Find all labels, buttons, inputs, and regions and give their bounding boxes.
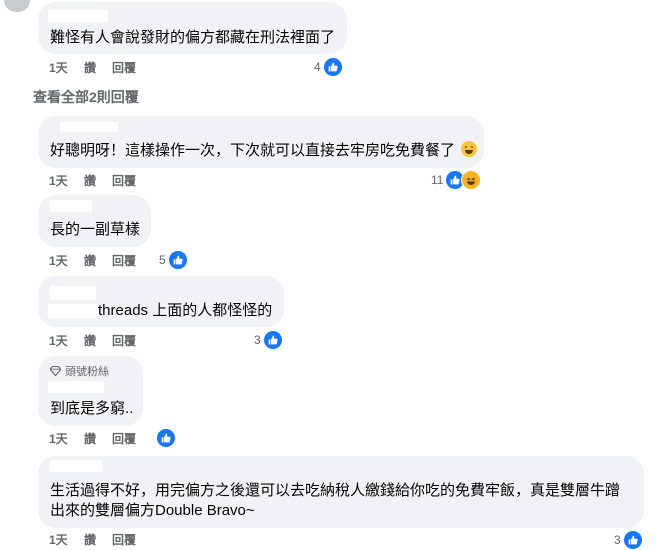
comment-text: threads 上面的人都怪怪的 [98, 302, 273, 319]
comment-text: 好聰明呀！這樣操作一次，下次就可以直接去牢房吃免費餐了 [50, 141, 478, 161]
diamond-icon [50, 366, 61, 376]
timestamp[interactable]: 1天 [49, 254, 68, 268]
author-name-redacted[interactable] [48, 304, 98, 318]
author-name-redacted[interactable] [48, 381, 104, 393]
haha-icon [461, 170, 482, 190]
top-fan-badge: 頭號粉絲 [50, 363, 109, 379]
reaction-count: 11 [431, 173, 444, 187]
reaction-count: 4 [314, 60, 321, 74]
reply-button[interactable]: 回覆 [112, 61, 136, 75]
like-icon [167, 250, 188, 270]
reaction-summary[interactable] [156, 428, 176, 448]
reaction-summary[interactable]: 11 [431, 170, 482, 190]
reaction-summary[interactable]: 4 [314, 57, 343, 77]
author-name-redacted[interactable] [60, 122, 118, 132]
like-icon [622, 530, 643, 550]
author-name-redacted[interactable] [50, 286, 96, 300]
reaction-count: 3 [614, 533, 621, 547]
like-button[interactable]: 讚 [84, 334, 96, 348]
reply-button[interactable]: 回覆 [112, 533, 136, 547]
timestamp[interactable]: 1天 [49, 61, 68, 75]
reaction-count: 3 [254, 333, 261, 347]
reply-button[interactable]: 回覆 [112, 174, 136, 188]
timestamp[interactable]: 1天 [49, 533, 68, 547]
author-name-redacted[interactable] [50, 200, 92, 212]
timestamp[interactable]: 1天 [49, 174, 68, 188]
like-icon [156, 428, 176, 448]
comment-text: 難怪有人會說發財的偏方都藏在刑法裡面了 [50, 29, 336, 46]
reaction-summary[interactable]: 5 [159, 250, 188, 270]
reply-button[interactable]: 回覆 [112, 432, 136, 446]
like-button[interactable]: 讚 [84, 254, 96, 268]
like-button[interactable]: 讚 [84, 432, 96, 446]
reply-button[interactable]: 回覆 [112, 334, 136, 348]
comment-text: 到底是多窮.. [50, 400, 134, 417]
reaction-summary[interactable]: 3 [614, 530, 643, 550]
reaction-summary[interactable]: 3 [254, 330, 283, 350]
timestamp[interactable]: 1天 [49, 432, 68, 446]
reaction-count: 5 [159, 253, 166, 267]
like-icon [322, 57, 343, 77]
comment-text-content: 好聰明呀！這樣操作一次，下次就可以直接去牢房吃免費餐了 [50, 142, 456, 159]
laughing-emoji-icon [461, 141, 478, 157]
avatar[interactable] [4, 0, 30, 12]
like-icon [262, 330, 283, 350]
like-button[interactable]: 讚 [84, 174, 96, 188]
reply-button[interactable]: 回覆 [112, 254, 136, 268]
badge-label: 頭號粉絲 [65, 366, 109, 378]
timestamp[interactable]: 1天 [49, 334, 68, 348]
author-name-redacted[interactable] [48, 10, 108, 22]
comment-text: 長的一副草樣 [50, 221, 141, 238]
like-button[interactable]: 讚 [84, 61, 96, 75]
comment-text-line: 生活過得不好，用完偏方之後還可以去吃納稅人繳錢給你吃的免費牢飯，真是雙層牛蹭 [50, 482, 621, 499]
view-all-replies-link[interactable]: 查看全部2則回覆 [33, 87, 139, 107]
comment-text-line: 出來的雙層偏方Double Bravo~ [50, 502, 255, 519]
author-name-redacted[interactable] [50, 460, 102, 472]
like-button[interactable]: 讚 [84, 533, 96, 547]
